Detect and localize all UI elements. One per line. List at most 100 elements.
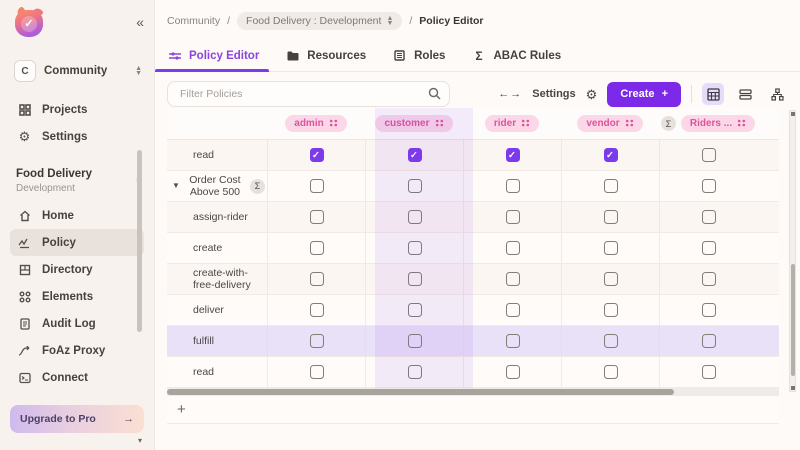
role-pill[interactable]: vendor xyxy=(577,115,642,132)
sidebar-item-connect[interactable]: Connect xyxy=(10,364,144,391)
tab-resources[interactable]: Resources xyxy=(285,40,366,72)
column-header-vendor: vendor xyxy=(561,108,659,139)
role-dots-icon xyxy=(737,119,746,129)
policy-row: read xyxy=(167,140,779,171)
permission-checkbox[interactable] xyxy=(604,210,618,224)
logo-check-icon: ✓ xyxy=(21,16,37,32)
permission-checkbox[interactable] xyxy=(408,334,422,348)
column-header-riders-: ΣRiders ... xyxy=(659,108,757,139)
add-action-row[interactable]: + xyxy=(167,396,779,424)
gear-icon[interactable]: ⚙ xyxy=(586,88,598,101)
permission-checkbox[interactable] xyxy=(702,148,716,162)
tab-abac-rules[interactable]: Σ ABAC Rules xyxy=(471,40,561,72)
permission-cell xyxy=(463,140,561,170)
scroll-down-icon[interactable] xyxy=(791,386,795,390)
breadcrumb-workspace[interactable]: Community xyxy=(167,15,220,27)
permission-checkbox[interactable] xyxy=(408,365,422,379)
sidebar-item-audit-log[interactable]: Audit Log xyxy=(10,310,144,337)
permission-checkbox[interactable] xyxy=(702,334,716,348)
permission-checkbox[interactable] xyxy=(310,179,324,193)
permission-checkbox[interactable] xyxy=(310,334,324,348)
permission-checkbox[interactable] xyxy=(702,272,716,286)
create-button[interactable]: Create + xyxy=(607,82,681,107)
scroll-down-icon[interactable]: ▾ xyxy=(138,436,142,445)
role-label: customer xyxy=(384,118,429,129)
view-graph-button[interactable] xyxy=(766,83,788,105)
permission-checkbox[interactable] xyxy=(408,179,422,193)
horizontal-scrollbar[interactable] xyxy=(167,388,779,396)
filter-policies-input[interactable] xyxy=(167,81,450,107)
permission-checkbox[interactable] xyxy=(310,241,324,255)
sidebar-scrollbar[interactable] xyxy=(137,150,142,332)
view-list-button[interactable] xyxy=(734,83,756,105)
vertical-scrollbar[interactable] xyxy=(789,110,796,392)
role-pill[interactable]: rider xyxy=(485,115,539,132)
condition-row-label[interactable]: ▼Order Cost Above 500Σ xyxy=(167,171,267,201)
permission-checkbox[interactable] xyxy=(702,365,716,379)
permission-checkbox[interactable] xyxy=(604,272,618,286)
sidebar-item-home[interactable]: Home xyxy=(10,202,144,229)
permission-checkbox[interactable] xyxy=(506,303,520,317)
permission-checkbox-checked[interactable] xyxy=(408,148,422,162)
project-selector[interactable]: Food Delivery Development ▲▼ xyxy=(16,168,140,194)
action-row-label: create xyxy=(167,233,267,263)
upgrade-to-pro-banner[interactable]: Upgrade to Pro → xyxy=(10,405,144,433)
scrollbar-thumb[interactable] xyxy=(167,389,674,395)
permission-cell xyxy=(365,171,463,201)
sidebar-item-policy[interactable]: Policy xyxy=(10,229,144,256)
scrollbar-thumb[interactable] xyxy=(791,264,796,376)
permission-checkbox[interactable] xyxy=(408,210,422,224)
permission-checkbox-checked[interactable] xyxy=(310,148,324,162)
permission-checkbox[interactable] xyxy=(702,210,716,224)
permission-checkbox[interactable] xyxy=(506,241,520,255)
permission-cell xyxy=(267,326,365,356)
permission-checkbox[interactable] xyxy=(702,179,716,193)
permission-checkbox[interactable] xyxy=(604,179,618,193)
permission-checkbox-checked[interactable] xyxy=(506,148,520,162)
permission-checkbox[interactable] xyxy=(604,241,618,255)
permission-checkbox[interactable] xyxy=(310,303,324,317)
action-row-label: fulfill xyxy=(167,326,267,356)
sidebar-item-elements[interactable]: Elements xyxy=(10,283,144,310)
permission-checkbox[interactable] xyxy=(604,334,618,348)
policy-settings-button[interactable]: Settings xyxy=(532,88,575,100)
permission-cell xyxy=(463,295,561,325)
breadcrumb-page: Policy Editor xyxy=(419,15,483,27)
role-pill[interactable]: admin xyxy=(285,115,346,132)
role-pill[interactable]: customer xyxy=(375,115,452,132)
permission-checkbox[interactable] xyxy=(310,272,324,286)
scroll-up-icon[interactable] xyxy=(791,112,795,116)
tab-roles[interactable]: Roles xyxy=(392,40,445,72)
expand-columns-icon[interactable]: ←→ xyxy=(498,88,522,100)
permission-checkbox-checked[interactable] xyxy=(604,148,618,162)
permission-checkbox[interactable] xyxy=(408,303,422,317)
sidebar-item-directory[interactable]: Directory xyxy=(10,256,144,283)
workspace-selector[interactable]: C Community ▲▼ xyxy=(14,60,142,82)
breadcrumb-project-pill[interactable]: Food Delivery : Development ▲▼ xyxy=(237,12,402,30)
collapse-sidebar-icon[interactable]: « xyxy=(136,14,142,30)
permission-checkbox[interactable] xyxy=(702,241,716,255)
permission-checkbox[interactable] xyxy=(604,365,618,379)
tab-policy-editor[interactable]: Policy Editor xyxy=(167,40,259,72)
permission-checkbox[interactable] xyxy=(506,365,520,379)
sidebar-item-projects[interactable]: Projects xyxy=(10,96,144,123)
permission-checkbox[interactable] xyxy=(506,334,520,348)
action-row-label: assign-rider xyxy=(167,202,267,232)
chevron-down-icon[interactable]: ▼ xyxy=(172,181,180,190)
permission-checkbox[interactable] xyxy=(506,272,520,286)
permission-checkbox[interactable] xyxy=(506,210,520,224)
view-table-button[interactable] xyxy=(702,83,724,105)
permission-checkbox[interactable] xyxy=(702,303,716,317)
permission-checkbox[interactable] xyxy=(310,210,324,224)
permission-checkbox[interactable] xyxy=(408,241,422,255)
sidebar-item-settings[interactable]: ⚙ Settings xyxy=(10,123,144,150)
sidebar-item-foaz-proxy[interactable]: FoAz Proxy xyxy=(10,337,144,364)
sidebar-item-label: Directory xyxy=(42,264,93,276)
permission-checkbox[interactable] xyxy=(604,303,618,317)
permission-checkbox[interactable] xyxy=(506,179,520,193)
permission-checkbox[interactable] xyxy=(408,272,422,286)
permission-checkbox[interactable] xyxy=(310,365,324,379)
role-dots-icon xyxy=(625,119,634,129)
roles-icon xyxy=(392,48,407,63)
role-pill[interactable]: Riders ... xyxy=(681,115,755,132)
